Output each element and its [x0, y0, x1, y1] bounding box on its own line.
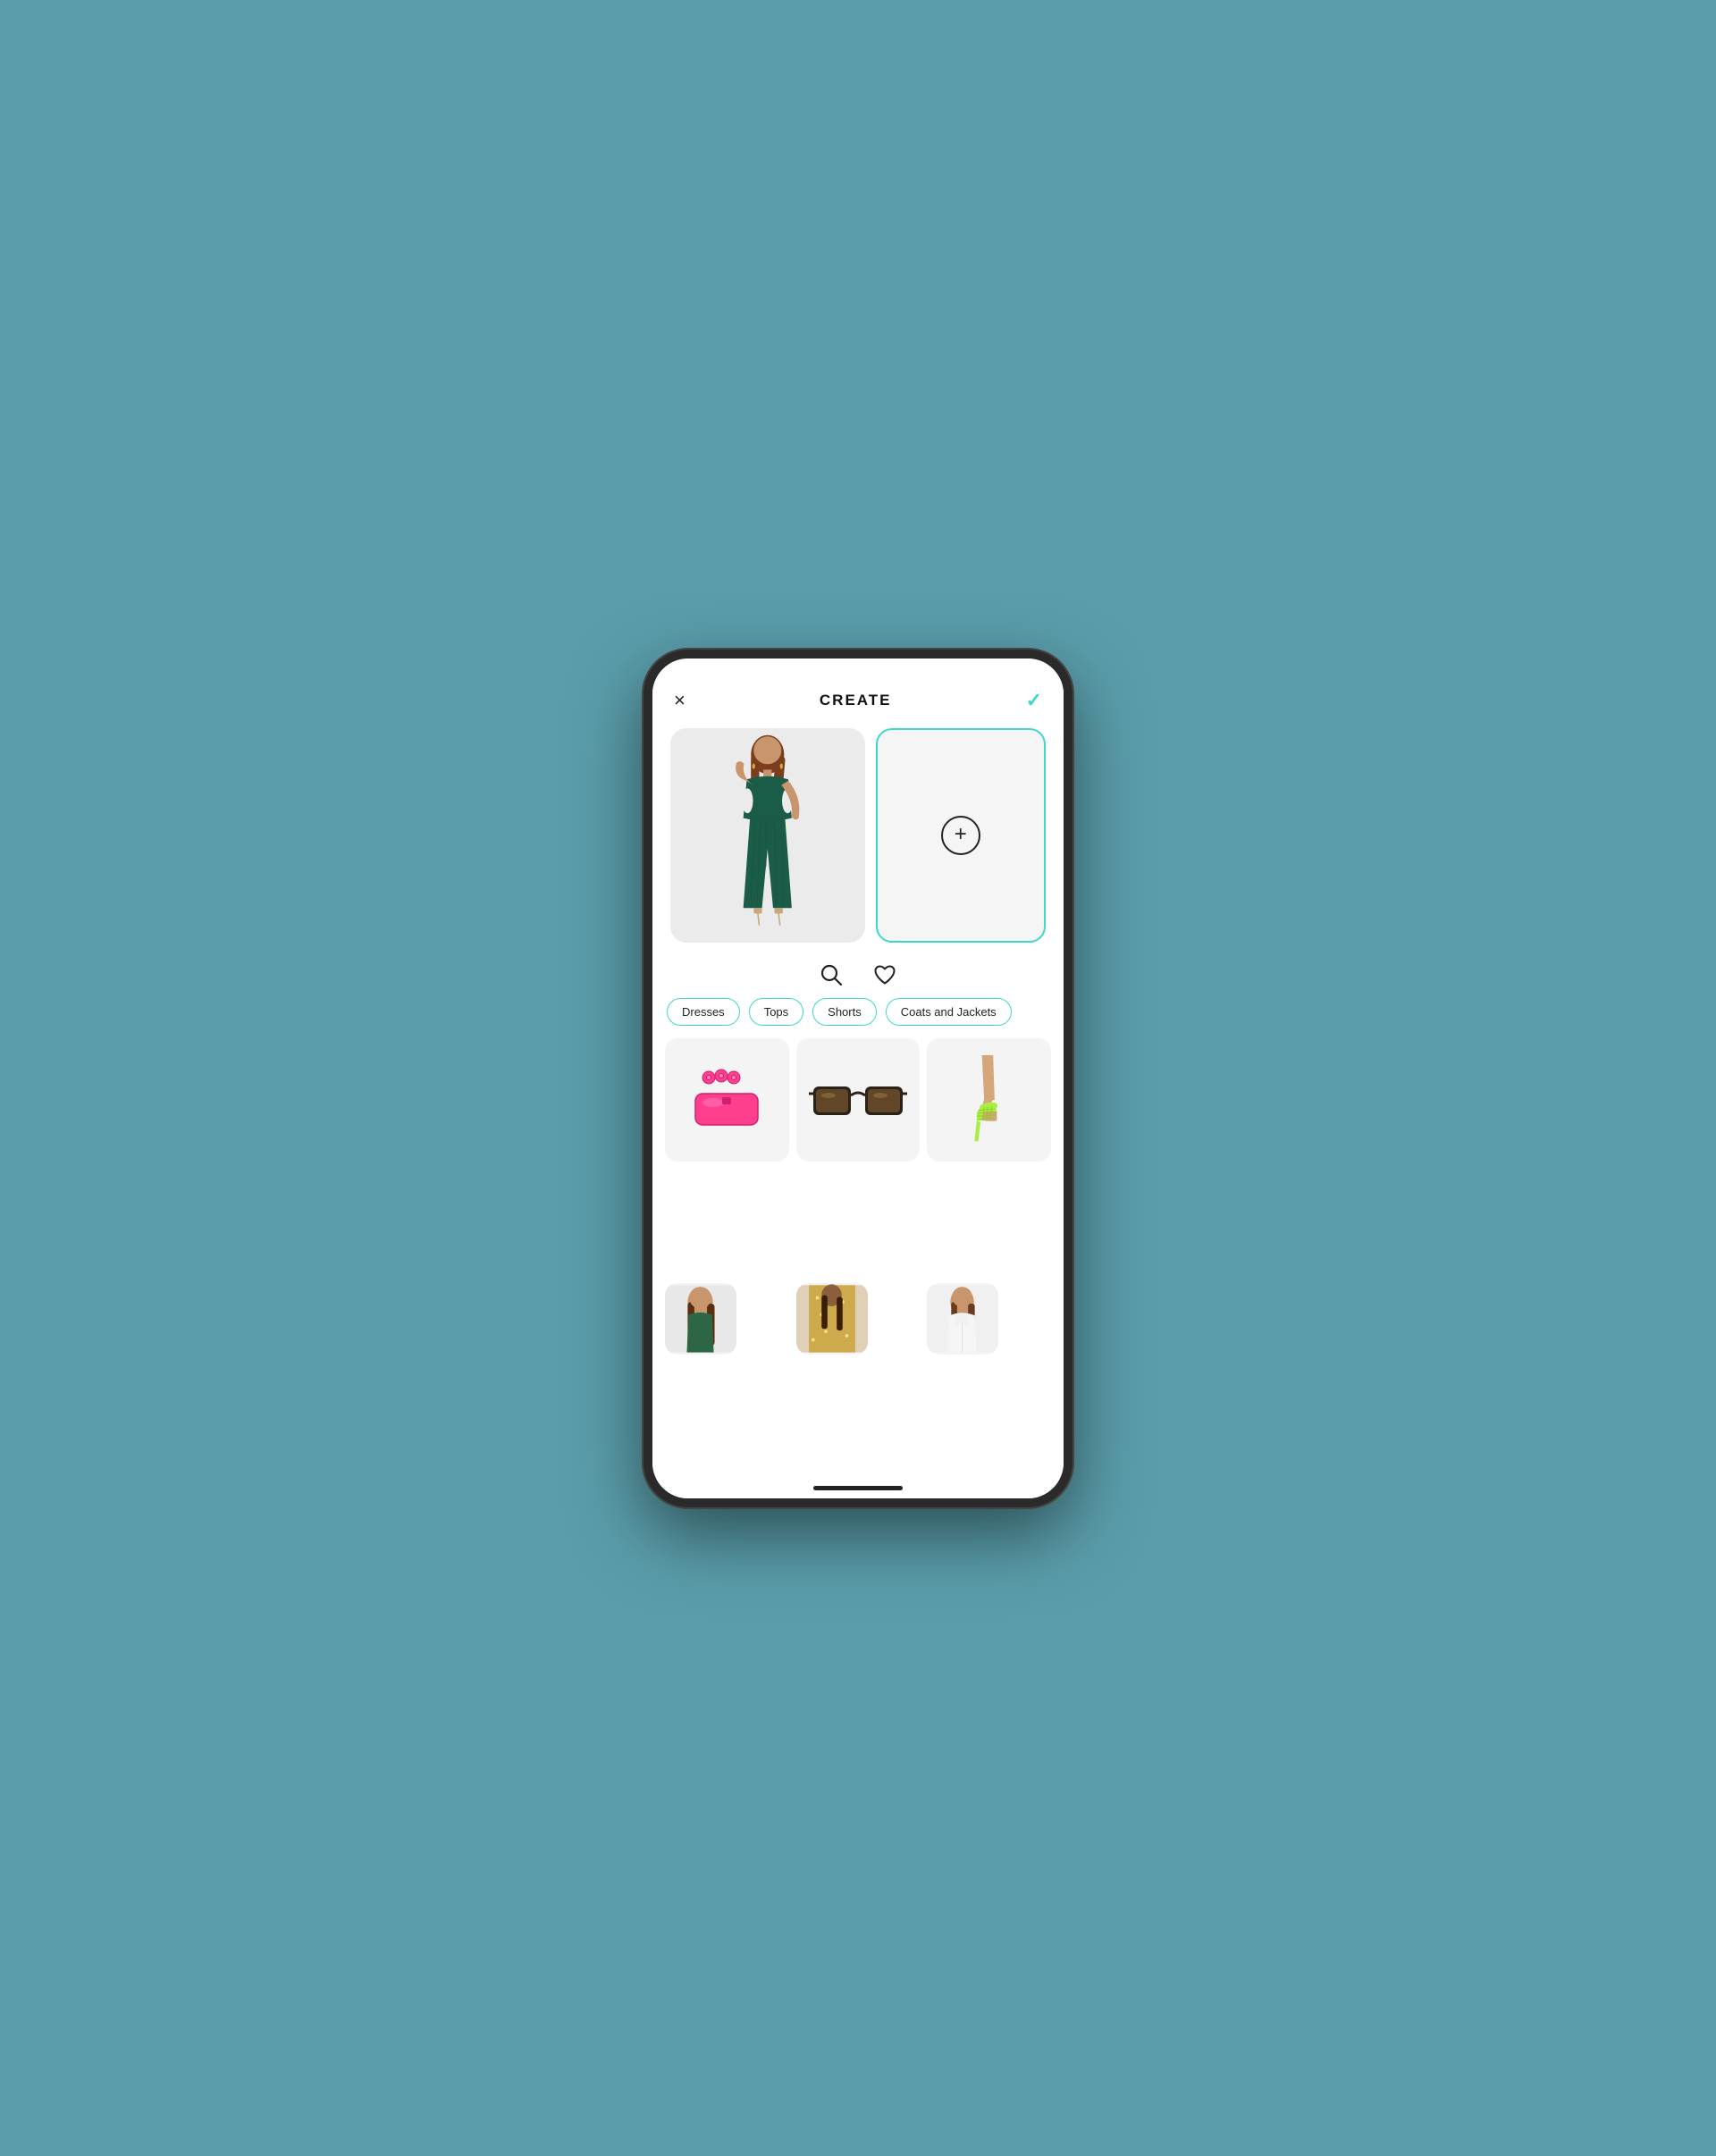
add-image-card[interactable]: +	[876, 728, 1046, 943]
add-icon: +	[941, 816, 980, 855]
product-cell-sunglasses[interactable]	[796, 1038, 921, 1162]
filter-pill-tops[interactable]: Tops	[749, 998, 803, 1026]
main-image-card	[670, 728, 865, 943]
product-cell-outfit1[interactable]	[665, 1283, 736, 1355]
model-illustration	[670, 728, 865, 943]
product-cell-outfit2[interactable]	[796, 1283, 868, 1355]
app-content: × CREATE ✓	[652, 676, 1064, 1498]
search-icon[interactable]	[819, 962, 844, 987]
green-heel-illustration	[949, 1055, 1030, 1145]
action-icons-row	[652, 953, 1064, 998]
product-cell-heel[interactable]	[927, 1038, 1051, 1162]
home-indicator	[652, 1479, 1064, 1498]
image-cards-row: +	[652, 721, 1064, 953]
outfit1-illustration	[665, 1283, 736, 1355]
outfit3-illustration	[927, 1283, 998, 1355]
filter-pill-coats[interactable]: Coats and Jackets	[886, 998, 1012, 1026]
page-title: CREATE	[820, 692, 892, 709]
sunglasses-illustration	[809, 1069, 907, 1131]
product-cell-clutch[interactable]	[665, 1038, 789, 1162]
header: × CREATE ✓	[652, 676, 1064, 721]
status-bar	[652, 659, 1064, 676]
favorites-icon[interactable]	[872, 962, 897, 987]
filter-pill-dresses[interactable]: Dresses	[667, 998, 740, 1026]
filter-pills: Dresses Tops Shorts Coats and Jackets	[652, 998, 1064, 1038]
product-cell-outfit3[interactable]	[927, 1283, 998, 1355]
plus-icon: +	[955, 824, 967, 845]
model-image-container	[670, 728, 865, 943]
confirm-button[interactable]: ✓	[1026, 689, 1042, 712]
phone-shell: × CREATE ✓	[644, 650, 1072, 1507]
home-bar	[813, 1486, 903, 1490]
outfit2-illustration	[796, 1283, 868, 1355]
clutch-bag-illustration	[682, 1069, 771, 1131]
close-button[interactable]: ×	[674, 691, 686, 710]
product-grid	[652, 1038, 1064, 1479]
filter-pill-shorts[interactable]: Shorts	[812, 998, 877, 1026]
